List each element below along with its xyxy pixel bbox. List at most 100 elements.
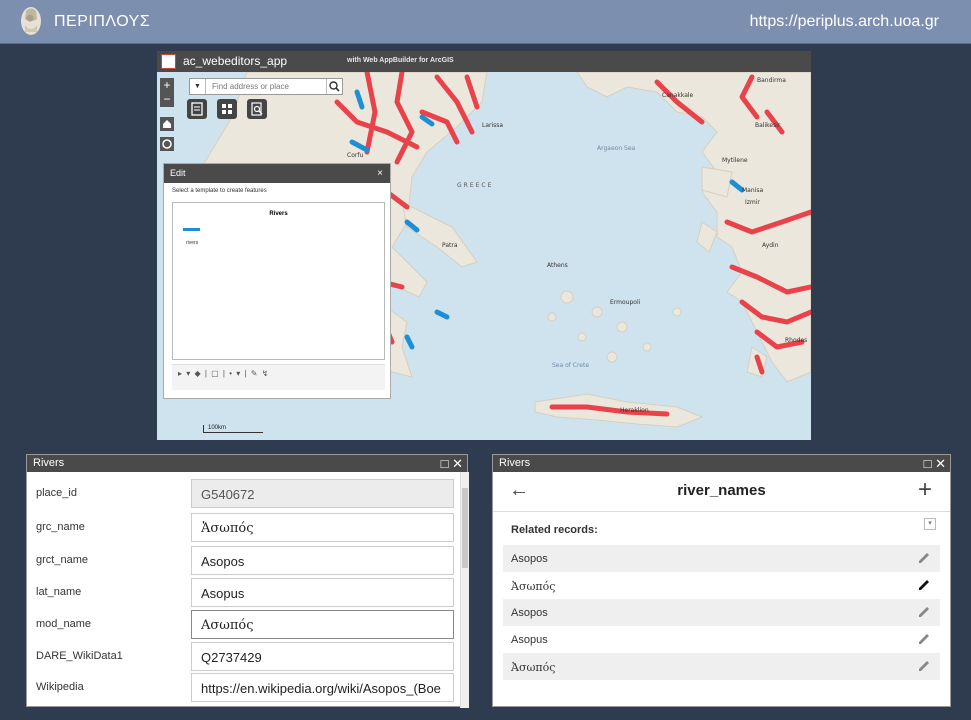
pencil-icon[interactable] [916, 631, 932, 647]
site-url-link[interactable]: https://periplus.arch.uoa.gr [750, 13, 939, 31]
edit-panel-hint: Select a template to create features [172, 188, 267, 194]
address-search[interactable]: ▼ Find address or place [189, 78, 343, 95]
related-panel-title: Rivers [499, 457, 531, 469]
field-label: DARE_WikiData1 [36, 650, 123, 662]
record-name: Ἀσωπός [511, 580, 556, 593]
label-izmir: Izmir [745, 199, 760, 206]
related-record-row[interactable]: Ἀσωπός [503, 572, 940, 599]
add-record-icon[interactable]: + [918, 476, 932, 504]
template-picker: Rivers rivers [172, 202, 385, 360]
app-subtitle: with Web AppBuilder for ArcGIS [347, 57, 454, 64]
query-widget-button[interactable] [247, 99, 267, 119]
zoom-out-button[interactable]: − [160, 92, 174, 106]
field-row-grct-name: grct_name Asopos [27, 544, 459, 576]
pencil-icon[interactable] [916, 577, 932, 593]
edit-toolbar[interactable]: ▸ ▾ ◆ | ▢ | • ▾ | ✎ ↯ [172, 364, 385, 390]
label-manisa: Manisa [742, 187, 763, 194]
template-item-rivers[interactable]: rivers [186, 240, 198, 246]
edit-document-icon [191, 102, 203, 116]
app-logo-icon [161, 54, 176, 69]
label-heraklion: Heraklion [620, 407, 649, 414]
locate-icon [162, 139, 172, 149]
zoom-control[interactable]: + − [160, 78, 174, 107]
layer-list-widget-button[interactable] [217, 99, 237, 119]
label-canakkale: Canakkale [662, 92, 694, 99]
zoom-search-icon [251, 102, 263, 116]
record-name: Asopos [511, 553, 548, 565]
related-table-title: river_names [677, 482, 766, 499]
record-name: Asopus [511, 634, 548, 646]
label-patra: Patra [442, 242, 458, 249]
related-record-row[interactable]: Asopos [503, 599, 940, 626]
lat-name-field[interactable]: Asopus [191, 578, 454, 607]
map-app: ac_webeditors_app with Web AppBuilder fo… [157, 51, 811, 440]
field-row-lat-name: lat_name Asopus [27, 576, 459, 608]
field-label: place_id [36, 487, 77, 499]
wikipedia-field[interactable]: https://en.wikipedia.org/wiki/Asopos_(Bo… [191, 673, 454, 702]
river-line-swatch-icon[interactable] [183, 228, 200, 231]
label-ermoupoli: Ermoupoli [610, 299, 641, 306]
athena-logo-icon [21, 7, 41, 35]
search-input[interactable]: Find address or place [212, 82, 289, 91]
search-source-dropdown[interactable]: ▼ [190, 79, 206, 94]
attributes-panel-header: Rivers □ ✕ [27, 455, 467, 472]
edit-panel-title: Edit [170, 168, 186, 178]
field-label: lat_name [36, 586, 82, 598]
attributes-panel: Rivers □ ✕ place_id G540672 grc_name Ἀσω… [26, 454, 469, 708]
record-name: Ἀσωπός [511, 661, 556, 674]
grct-name-field[interactable]: Asopos [191, 546, 454, 575]
collapse-toggle-icon[interactable]: ▾ [924, 518, 936, 530]
field-row-wikipedia: Wikipedia https://en.wikipedia.org/wiki/… [27, 671, 459, 703]
vertical-scrollbar[interactable] [460, 472, 469, 708]
locate-button[interactable] [160, 137, 174, 151]
field-label: grct_name [36, 554, 88, 566]
related-nav-bar: ← river_names + [493, 472, 950, 512]
scrollbar-thumb[interactable] [462, 488, 468, 568]
field-label: mod_name [36, 618, 92, 630]
pencil-icon[interactable] [916, 604, 932, 620]
dare-wikidata-field[interactable]: Q2737429 [191, 642, 454, 671]
label-greece: GREECE [457, 182, 493, 189]
panel-controls: □ ✕ [924, 455, 946, 472]
related-records-label: Related records: [511, 524, 598, 536]
pencil-icon[interactable] [916, 658, 932, 674]
label-mytilene: Mytilene [722, 157, 748, 164]
close-icon[interactable]: × [377, 164, 383, 183]
label-sea-of-crete: Sea of Crete [552, 362, 589, 369]
field-row-mod-name: mod_name Ασωπός [27, 608, 459, 640]
pencil-icon[interactable] [916, 550, 932, 566]
template-group-title: Rivers [269, 211, 288, 217]
scale-bar: 100km [203, 425, 263, 433]
panel-controls: □ ✕ [441, 455, 463, 472]
label-aydin: Aydin [762, 242, 779, 249]
edit-widget-button[interactable] [187, 99, 207, 119]
mod-name-field[interactable]: Ασωπός [191, 610, 454, 639]
place-id-field: G540672 [191, 479, 454, 508]
close-icon[interactable]: ✕ [935, 456, 946, 471]
label-aegean-sea: Argaeon Sea [597, 145, 636, 152]
grc-name-field[interactable]: Ἀσωπός [191, 513, 454, 542]
zoom-in-button[interactable]: + [160, 78, 174, 92]
related-record-row[interactable]: Ἀσωπός [503, 653, 940, 680]
attributes-panel-title: Rivers [33, 457, 65, 469]
related-panel-header: Rivers □ ✕ [493, 455, 950, 472]
related-record-row[interactable]: Asopos [503, 545, 940, 572]
field-label: Wikipedia [36, 681, 84, 693]
edit-panel-header: Edit × [164, 164, 390, 183]
related-record-row[interactable]: Asopus [503, 626, 940, 653]
related-records-panel: Rivers □ ✕ ← river_names + Related recor… [492, 454, 951, 707]
label-larissa: Larissa [482, 122, 503, 129]
close-icon[interactable]: ✕ [452, 456, 463, 471]
maximize-icon[interactable]: □ [924, 456, 932, 471]
site-header: ΠΕΡΙΠΛΟΥΣ https://periplus.arch.uoa.gr [0, 0, 971, 44]
search-button[interactable] [326, 79, 342, 94]
home-button[interactable] [160, 117, 174, 131]
grid-icon [222, 104, 232, 114]
search-icon [329, 81, 340, 92]
edit-panel: Edit × Select a template to create featu… [163, 163, 391, 399]
field-row-dare-wikidata: DARE_WikiData1 Q2737429 [27, 640, 459, 672]
label-balikesir: Balikesir [755, 122, 781, 129]
label-rhodes: Rhodes [785, 337, 807, 344]
maximize-icon[interactable]: □ [441, 456, 449, 471]
field-row-grc-name: grc_name Ἀσωπός [27, 511, 459, 543]
